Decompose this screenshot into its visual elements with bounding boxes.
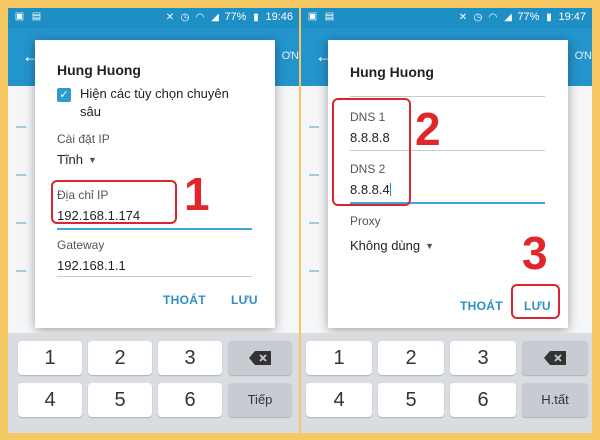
status-bar: ▣ ▤ ✕ ◷ ◠ ◢ 77% ▮ 19:46 bbox=[8, 8, 299, 28]
ip-settings-label: Cài đặt IP bbox=[57, 132, 110, 146]
alarm-icon: ◷ bbox=[180, 11, 190, 23]
clock: 19:47 bbox=[558, 11, 586, 23]
appbar-edge-text: ƠN bbox=[574, 50, 592, 62]
key-4[interactable]: 4 bbox=[306, 383, 372, 417]
dns-callout-box bbox=[332, 98, 411, 206]
proxy-value: Không dùng bbox=[350, 238, 421, 253]
dropdown-arrow-icon: ▼ bbox=[88, 155, 97, 165]
mute-icon: ✕ bbox=[165, 11, 175, 23]
ip-address-underline bbox=[57, 228, 252, 230]
advanced-options-label-cont: sâu bbox=[80, 104, 101, 119]
cancel-button[interactable]: THOÁT bbox=[163, 293, 206, 307]
gateway-underline bbox=[57, 276, 252, 277]
proxy-dropdown[interactable]: Không dùng ▼ bbox=[350, 238, 434, 253]
wifi-icon: ◠ bbox=[195, 11, 205, 23]
numeric-keyboard: 1 2 3 4 5 6 Tiếp bbox=[8, 333, 299, 433]
key-4[interactable]: 4 bbox=[18, 383, 82, 417]
backspace-icon bbox=[544, 351, 566, 365]
advanced-options-label: Hiện các tùy chọn chuyên bbox=[80, 86, 229, 101]
scroll-underline bbox=[350, 96, 545, 97]
battery-icon: ▮ bbox=[546, 11, 552, 23]
key-1[interactable]: 1 bbox=[18, 341, 82, 375]
right-phone-screenshot: ▣ ▤ ✕ ◷ ◠ ◢ 77% ▮ 19:47 ← ƠN Hung Huong … bbox=[301, 8, 592, 433]
battery-percent: 77% bbox=[517, 11, 540, 23]
signal-icon: ◢ bbox=[211, 11, 219, 23]
gateway-input[interactable]: 192.168.1.1 bbox=[57, 258, 126, 273]
battery-icon: ▮ bbox=[253, 11, 259, 23]
status-bar: ▣ ▤ ✕ ◷ ◠ ◢ 77% ▮ 19:47 bbox=[301, 8, 592, 28]
cancel-button[interactable]: THOÁT bbox=[460, 299, 503, 313]
clock: 19:46 bbox=[265, 11, 293, 23]
gallery-icon: ▣ bbox=[14, 11, 25, 22]
key-2[interactable]: 2 bbox=[88, 341, 152, 375]
numeric-keyboard: 1 2 3 4 5 6 H.tất bbox=[301, 333, 592, 433]
dialog-title: Hung Huong bbox=[350, 64, 434, 80]
dialog-title: Hung Huong bbox=[57, 62, 141, 78]
dropdown-arrow-icon: ▼ bbox=[425, 241, 435, 251]
ip-address-callout-box bbox=[51, 180, 177, 224]
key-5[interactable]: 5 bbox=[88, 383, 152, 417]
next-key[interactable]: Tiếp bbox=[228, 383, 292, 417]
key-6[interactable]: 6 bbox=[450, 383, 516, 417]
key-3[interactable]: 3 bbox=[450, 341, 516, 375]
done-key[interactable]: H.tất bbox=[522, 383, 588, 417]
backspace-key[interactable] bbox=[522, 341, 588, 375]
ip-settings-value: Tĩnh bbox=[57, 152, 84, 167]
step-number-1: 1 bbox=[184, 168, 210, 220]
key-6[interactable]: 6 bbox=[158, 383, 222, 417]
key-3[interactable]: 3 bbox=[158, 341, 222, 375]
left-phone-screenshot: ▣ ▤ ✕ ◷ ◠ ◢ 77% ▮ 19:46 ← ƠN Hung Huong … bbox=[8, 8, 299, 433]
key-5[interactable]: 5 bbox=[378, 383, 444, 417]
advanced-options-checkbox[interactable]: ✓ bbox=[57, 88, 71, 102]
ip-settings-dropdown[interactable]: Tĩnh ▼ bbox=[57, 152, 97, 167]
backspace-key[interactable] bbox=[228, 341, 292, 375]
battery-percent: 77% bbox=[224, 11, 247, 23]
notification-icon: ▤ bbox=[324, 11, 335, 22]
save-callout-box bbox=[511, 284, 560, 319]
gateway-label: Gateway bbox=[57, 238, 105, 252]
gallery-icon: ▣ bbox=[307, 11, 318, 22]
key-1[interactable]: 1 bbox=[306, 341, 372, 375]
alarm-icon: ◷ bbox=[473, 11, 483, 23]
backspace-icon bbox=[249, 351, 271, 365]
wifi-icon: ◠ bbox=[488, 11, 498, 23]
notification-icon: ▤ bbox=[31, 11, 42, 22]
proxy-label: Proxy bbox=[350, 214, 381, 228]
appbar-edge-text: ƠN bbox=[281, 50, 299, 62]
save-button[interactable]: LƯU bbox=[231, 293, 258, 307]
mute-icon: ✕ bbox=[458, 11, 468, 23]
key-2[interactable]: 2 bbox=[378, 341, 444, 375]
step-number-3: 3 bbox=[522, 227, 548, 279]
signal-icon: ◢ bbox=[504, 11, 512, 23]
step-number-2: 2 bbox=[415, 103, 441, 155]
